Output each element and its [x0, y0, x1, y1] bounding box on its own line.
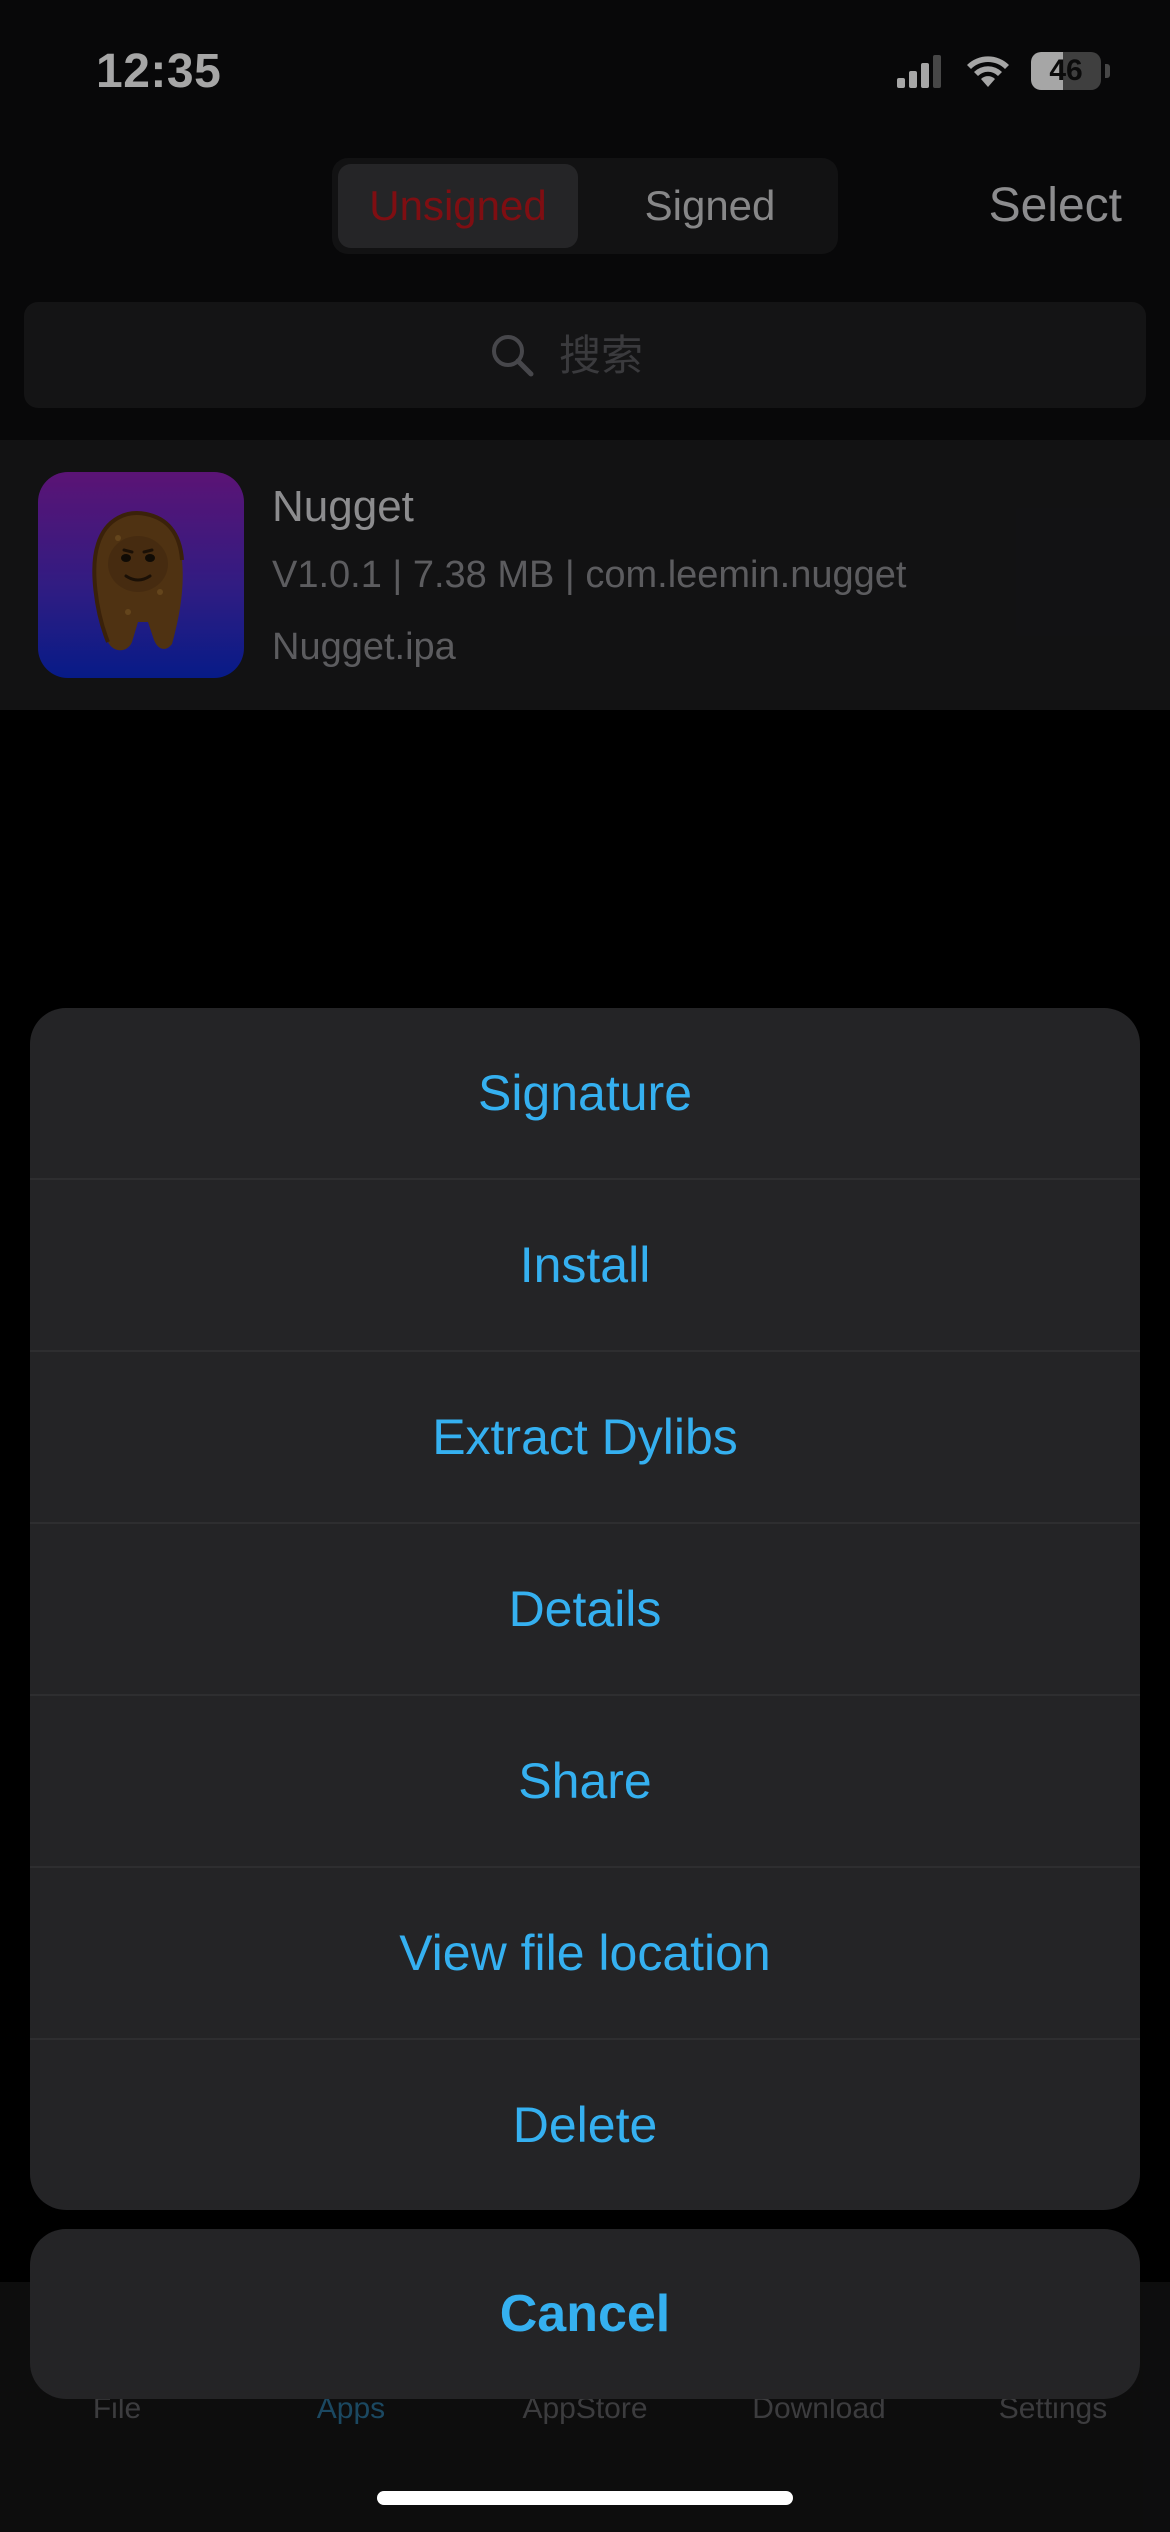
cancel-button[interactable]: Cancel: [30, 2229, 1140, 2399]
home-indicator: [377, 2491, 793, 2505]
action-view-file-location[interactable]: View file location: [30, 1868, 1140, 2040]
action-sheet: Signature Install Extract Dylibs Details…: [30, 1008, 1140, 2210]
action-extract-dylibs[interactable]: Extract Dylibs: [30, 1352, 1140, 1524]
action-signature[interactable]: Signature: [30, 1008, 1140, 1180]
action-install[interactable]: Install: [30, 1180, 1140, 1352]
screen: 12:35 46 Unsigned Signed Select 搜索 Nugge…: [0, 0, 1170, 2532]
action-delete[interactable]: Delete: [30, 2040, 1140, 2210]
action-details[interactable]: Details: [30, 1524, 1140, 1696]
action-share[interactable]: Share: [30, 1696, 1140, 1868]
